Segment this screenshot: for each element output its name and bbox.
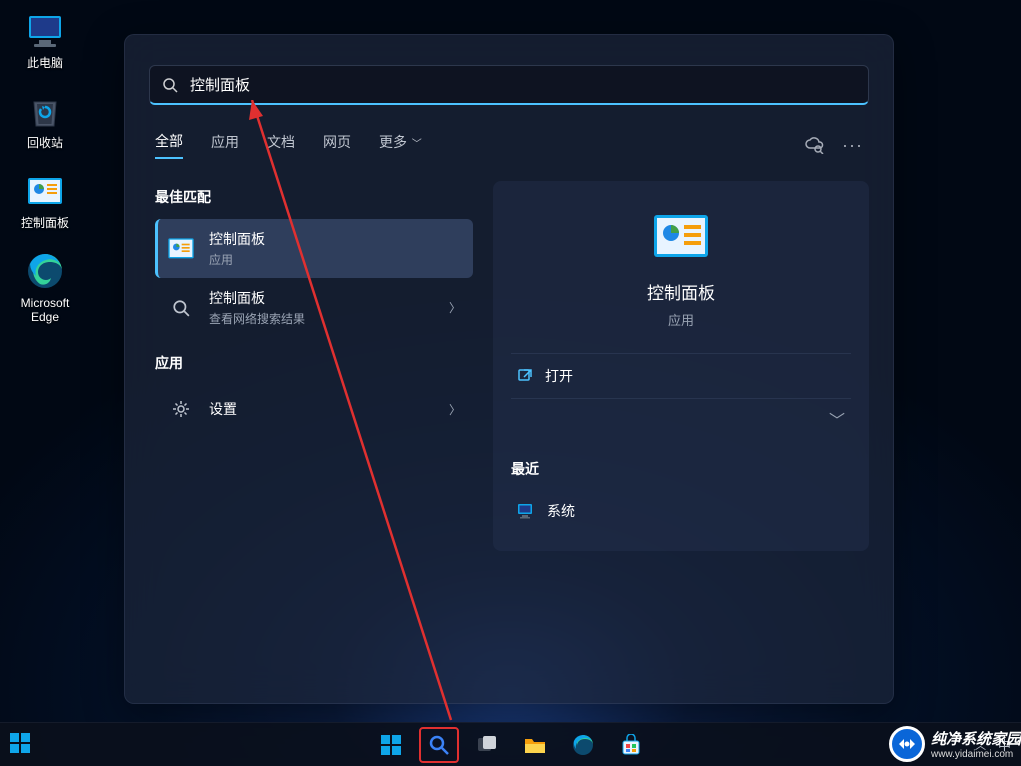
- desktop-icon-this-pc[interactable]: 此电脑: [10, 10, 80, 70]
- watermark-url: www.yidaimei.com: [931, 749, 1021, 760]
- store-button[interactable]: [611, 727, 651, 763]
- action-label: 打开: [545, 366, 573, 386]
- result-control-panel-app[interactable]: 控制面板 应用: [155, 219, 473, 278]
- result-title: 控制面板: [209, 229, 461, 249]
- section-best-match: 最佳匹配: [155, 187, 473, 207]
- result-control-panel-web[interactable]: 控制面板 查看网络搜索结果 〉: [155, 278, 473, 337]
- desktop-icon-label: Microsoft Edge: [10, 296, 80, 324]
- desktop-icon-label: 此电脑: [27, 56, 63, 70]
- tab-documents[interactable]: 文档: [267, 132, 295, 158]
- more-options-icon[interactable]: ···: [842, 135, 863, 156]
- start-button[interactable]: [371, 727, 411, 763]
- desktop-icon-control-panel[interactable]: 控制面板: [10, 170, 80, 230]
- tab-apps[interactable]: 应用: [211, 132, 239, 158]
- chevron-right-icon: 〉: [449, 401, 461, 418]
- search-box[interactable]: [149, 65, 869, 105]
- open-icon: [517, 368, 533, 384]
- recent-item-label: 系统: [547, 501, 575, 521]
- search-body: 最佳匹配 控制面板 应用 控制面板 查看网络搜索结果 〉: [125, 169, 893, 551]
- search-tabs: 全部 应用 文档 网页 更多 ﹀ ···: [125, 123, 893, 169]
- search-panel: 全部 应用 文档 网页 更多 ﹀ ··· 最佳匹配 控制面板 应用: [124, 34, 894, 704]
- recent-item-system[interactable]: 系统: [511, 491, 851, 531]
- section-apps: 应用: [155, 353, 473, 373]
- control-panel-icon: [652, 213, 710, 261]
- taskbar-widgets[interactable]: [8, 731, 36, 759]
- taskbar: ︿ 中: [0, 722, 1021, 766]
- detail-title: 控制面板: [647, 279, 715, 304]
- tab-web[interactable]: 网页: [323, 132, 351, 158]
- detail-subtitle: 应用: [668, 310, 694, 329]
- section-recent: 最近: [511, 459, 851, 479]
- taskbar-center: [371, 727, 651, 763]
- monitor-icon: [24, 10, 66, 52]
- desktop-icon-label: 控制面板: [21, 216, 69, 230]
- edge-icon: [24, 250, 66, 292]
- watermark-icon: [889, 726, 925, 762]
- tab-more[interactable]: 更多 ﹀: [379, 132, 422, 158]
- watermark-name: 纯净系统家园: [931, 728, 1021, 749]
- action-open[interactable]: 打开: [511, 353, 851, 398]
- detail-column: 控制面板 应用 打开 ﹀ 最近 系统: [493, 181, 869, 551]
- system-icon: [517, 502, 535, 520]
- edge-button[interactable]: [563, 727, 603, 763]
- gear-icon: [167, 395, 195, 423]
- result-subtitle: 应用: [209, 251, 461, 268]
- desktop-icons: 此电脑 回收站 控制面板 Microsoft Edge: [10, 10, 80, 324]
- chevron-down-icon: ﹀: [409, 139, 422, 150]
- desktop-icon-recycle-bin[interactable]: 回收站: [10, 90, 80, 150]
- recycle-bin-icon: [24, 90, 66, 132]
- result-settings[interactable]: 设置 〉: [155, 385, 473, 433]
- result-title: 控制面板: [209, 288, 435, 308]
- expand-actions[interactable]: ﹀: [511, 398, 851, 439]
- control-panel-icon: [24, 170, 66, 212]
- file-explorer-button[interactable]: [515, 727, 555, 763]
- desktop-icon-label: 回收站: [27, 136, 63, 150]
- control-panel-icon: [167, 235, 195, 263]
- result-subtitle: 查看网络搜索结果: [209, 310, 435, 327]
- watermark: 纯净系统家园 www.yidaimei.com: [889, 726, 1021, 762]
- chevron-right-icon: 〉: [449, 299, 461, 316]
- tab-all[interactable]: 全部: [155, 131, 183, 159]
- result-title: 设置: [209, 399, 435, 419]
- task-view-button[interactable]: [467, 727, 507, 763]
- chevron-down-icon: ﹀: [829, 407, 845, 431]
- results-column: 最佳匹配 控制面板 应用 控制面板 查看网络搜索结果 〉: [155, 181, 473, 551]
- search-button[interactable]: [419, 727, 459, 763]
- desktop-icon-edge[interactable]: Microsoft Edge: [10, 250, 80, 324]
- search-icon: [162, 77, 178, 93]
- search-input[interactable]: [190, 76, 856, 93]
- search-icon: [167, 294, 195, 322]
- cloud-search-icon[interactable]: [804, 136, 824, 154]
